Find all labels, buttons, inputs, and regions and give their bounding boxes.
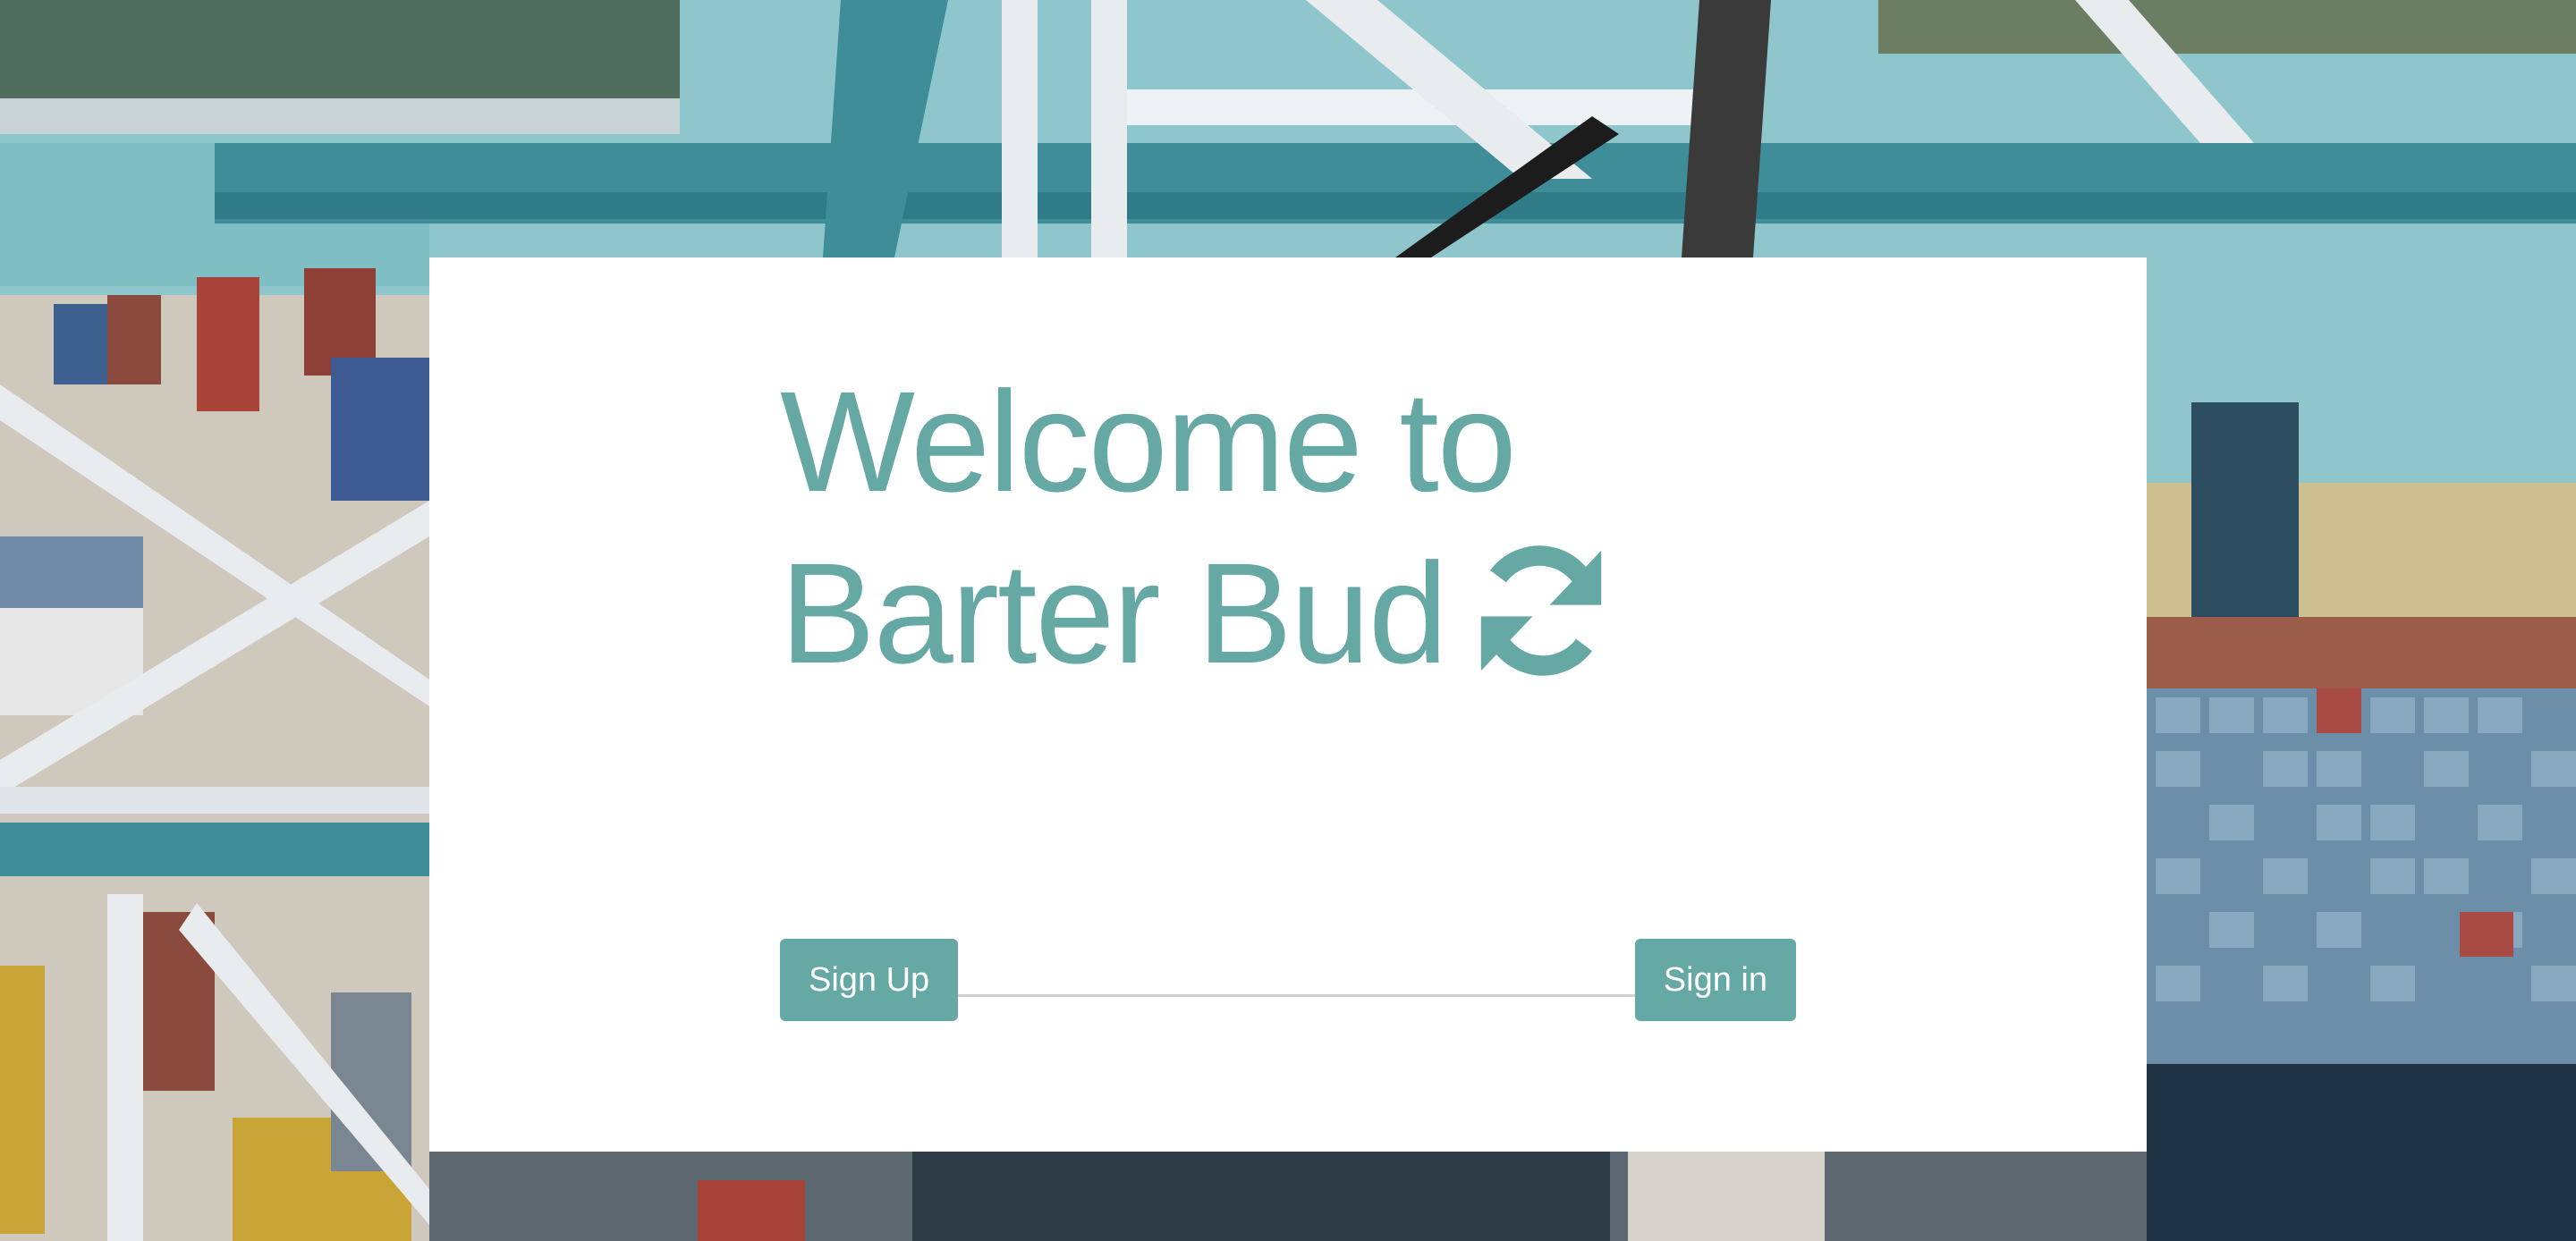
landing-page: Welcome to Barter Bud Sign Up Sign in <box>0 0 2576 1241</box>
welcome-card-content: Welcome to Barter Bud Sign Up Sign in <box>780 356 1796 1021</box>
sign-up-button[interactable]: Sign Up <box>780 939 959 1021</box>
welcome-card: Welcome to Barter Bud Sign Up Sign in <box>429 257 2147 1152</box>
sync-icon <box>1480 545 1602 676</box>
page-title: Welcome to Barter Bud <box>780 356 1796 699</box>
sign-in-button[interactable]: Sign in <box>1634 939 1796 1021</box>
title-line-1: Welcome to <box>780 361 1517 521</box>
brand-name: Barter Bud <box>780 533 1448 693</box>
title-line-2: Barter Bud <box>780 528 1796 699</box>
